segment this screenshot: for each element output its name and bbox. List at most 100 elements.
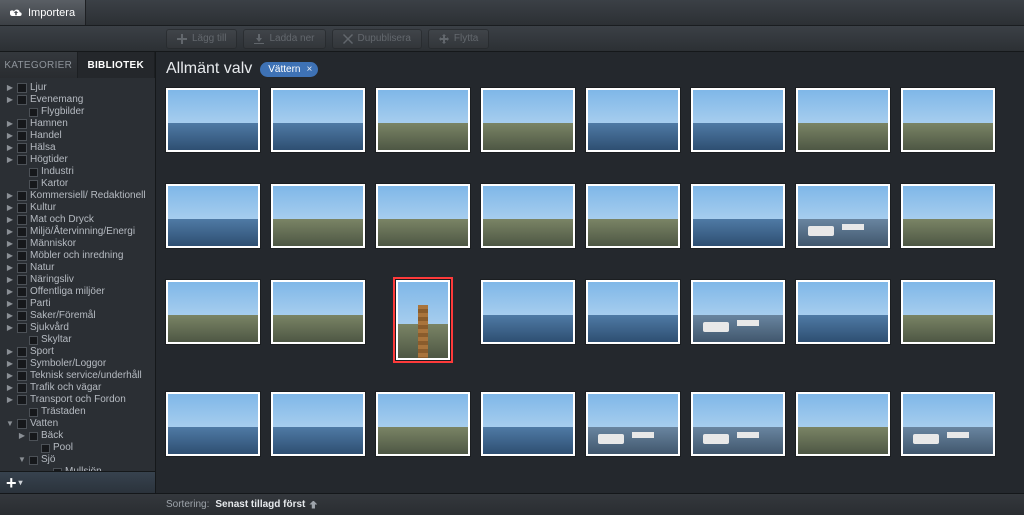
- tree-node[interactable]: ▶Bäck: [0, 430, 155, 442]
- thumbnail[interactable]: [271, 392, 365, 456]
- checkbox[interactable]: [29, 180, 38, 189]
- checkbox[interactable]: [17, 131, 27, 141]
- unpublish-button[interactable]: Dupublisera: [332, 29, 422, 49]
- tree-node[interactable]: ▶Sport: [0, 346, 155, 358]
- thumbnail[interactable]: [586, 280, 680, 344]
- tree-node[interactable]: ▶Hälsa: [0, 142, 155, 154]
- tree-node[interactable]: ▶Sjukvård: [0, 322, 155, 334]
- checkbox[interactable]: [17, 203, 27, 213]
- checkbox[interactable]: [17, 347, 27, 357]
- checkbox[interactable]: [17, 155, 27, 165]
- checkbox[interactable]: [17, 191, 27, 201]
- sort-direction-icon[interactable]: [309, 501, 317, 509]
- checkbox[interactable]: [17, 263, 27, 273]
- thumbnail[interactable]: [796, 184, 890, 248]
- thumbnail[interactable]: [901, 88, 995, 152]
- close-icon[interactable]: ×: [307, 64, 313, 75]
- tree-node[interactable]: ▶Kultur: [0, 202, 155, 214]
- tree-node[interactable]: ▶Symboler/Loggor: [0, 358, 155, 370]
- thumbnail[interactable]: [796, 88, 890, 152]
- checkbox[interactable]: [17, 371, 27, 381]
- thumbnail[interactable]: [691, 280, 785, 344]
- thumbnail[interactable]: [481, 184, 575, 248]
- tree-node[interactable]: Pool: [0, 442, 155, 454]
- checkbox[interactable]: [17, 95, 27, 105]
- checkbox[interactable]: [17, 395, 27, 405]
- tree-node[interactable]: Trästaden: [0, 406, 155, 418]
- tree-node[interactable]: ▶Offentliga miljöer: [0, 286, 155, 298]
- thumbnail[interactable]: [586, 88, 680, 152]
- thumbnail[interactable]: [901, 392, 995, 456]
- tree-node[interactable]: Industri: [0, 166, 155, 178]
- checkbox[interactable]: [17, 299, 27, 309]
- add-category-button[interactable]: + ▾: [0, 471, 155, 493]
- thumbnail[interactable]: [166, 184, 260, 248]
- tree-node[interactable]: Skyltar: [0, 334, 155, 346]
- tree-node[interactable]: Kartor: [0, 178, 155, 190]
- thumbnail[interactable]: [271, 280, 365, 344]
- thumbnail[interactable]: [376, 184, 470, 248]
- checkbox[interactable]: [17, 239, 27, 249]
- checkbox[interactable]: [17, 359, 27, 369]
- checkbox[interactable]: [17, 419, 27, 429]
- sort-selector[interactable]: Senast tillagd först: [215, 499, 305, 510]
- tab-library[interactable]: BIBLIOTEK: [78, 52, 156, 78]
- thumbnail[interactable]: [166, 280, 260, 344]
- tree-node[interactable]: ▶Handel: [0, 130, 155, 142]
- checkbox[interactable]: [29, 432, 38, 441]
- thumbnail[interactable]: [376, 392, 470, 456]
- tree-node[interactable]: ▼Vatten: [0, 418, 155, 430]
- tree-node[interactable]: ▶Kommersiell/ Redaktionell: [0, 190, 155, 202]
- thumbnail[interactable]: [796, 392, 890, 456]
- thumbnail[interactable]: [166, 392, 260, 456]
- thumbnail[interactable]: [691, 184, 785, 248]
- checkbox[interactable]: [17, 287, 27, 297]
- tree-node[interactable]: ▶Saker/Föremål: [0, 310, 155, 322]
- thumbnail[interactable]: [481, 280, 575, 344]
- tree-node[interactable]: ▶Teknisk service/underhåll: [0, 370, 155, 382]
- thumbnail[interactable]: [586, 392, 680, 456]
- checkbox[interactable]: [17, 83, 27, 93]
- thumbnail[interactable]: [271, 88, 365, 152]
- checkbox[interactable]: [41, 444, 50, 453]
- checkbox[interactable]: [17, 119, 27, 129]
- thumbnail[interactable]: [901, 280, 995, 344]
- checkbox[interactable]: [17, 311, 27, 321]
- thumbnail[interactable]: [481, 392, 575, 456]
- move-button[interactable]: Flytta: [428, 29, 489, 49]
- thumbnail[interactable]: [166, 88, 260, 152]
- thumbnail[interactable]: [396, 280, 450, 360]
- tab-categories[interactable]: KATEGORIER: [0, 52, 78, 78]
- checkbox[interactable]: [17, 323, 27, 333]
- thumbnail[interactable]: [796, 280, 890, 344]
- tree-node[interactable]: ▼Sjö: [0, 454, 155, 466]
- checkbox[interactable]: [17, 383, 27, 393]
- filter-tag[interactable]: Vättern ×: [260, 62, 318, 77]
- tree-node[interactable]: ▶Parti: [0, 298, 155, 310]
- tree-node[interactable]: ▶Människor: [0, 238, 155, 250]
- checkbox[interactable]: [29, 408, 38, 417]
- thumbnail[interactable]: [586, 184, 680, 248]
- tree-node[interactable]: ▶Miljö/Återvinning/Energi: [0, 226, 155, 238]
- tree-node[interactable]: ▶Transport och Fordon: [0, 394, 155, 406]
- thumbnail[interactable]: [376, 88, 470, 152]
- checkbox[interactable]: [17, 251, 27, 261]
- tree-node[interactable]: ▶Natur: [0, 262, 155, 274]
- tree-node[interactable]: Flygbilder: [0, 106, 155, 118]
- tree-node[interactable]: ▶Trafik och vägar: [0, 382, 155, 394]
- checkbox[interactable]: [17, 143, 27, 153]
- thumbnail[interactable]: [691, 392, 785, 456]
- download-button[interactable]: Ladda ner: [243, 29, 325, 49]
- import-button[interactable]: Importera: [0, 0, 86, 25]
- checkbox[interactable]: [29, 456, 38, 465]
- thumbnail[interactable]: [481, 88, 575, 152]
- checkbox[interactable]: [17, 275, 27, 285]
- thumbnail[interactable]: [691, 88, 785, 152]
- checkbox[interactable]: [17, 227, 27, 237]
- tree-node[interactable]: ▶Hamnen: [0, 118, 155, 130]
- tree-node[interactable]: ▶Ljur: [0, 82, 155, 94]
- tree-node[interactable]: ▶Högtider: [0, 154, 155, 166]
- checkbox[interactable]: [29, 108, 38, 117]
- thumbnail[interactable]: [271, 184, 365, 248]
- add-button[interactable]: Lägg till: [166, 29, 237, 49]
